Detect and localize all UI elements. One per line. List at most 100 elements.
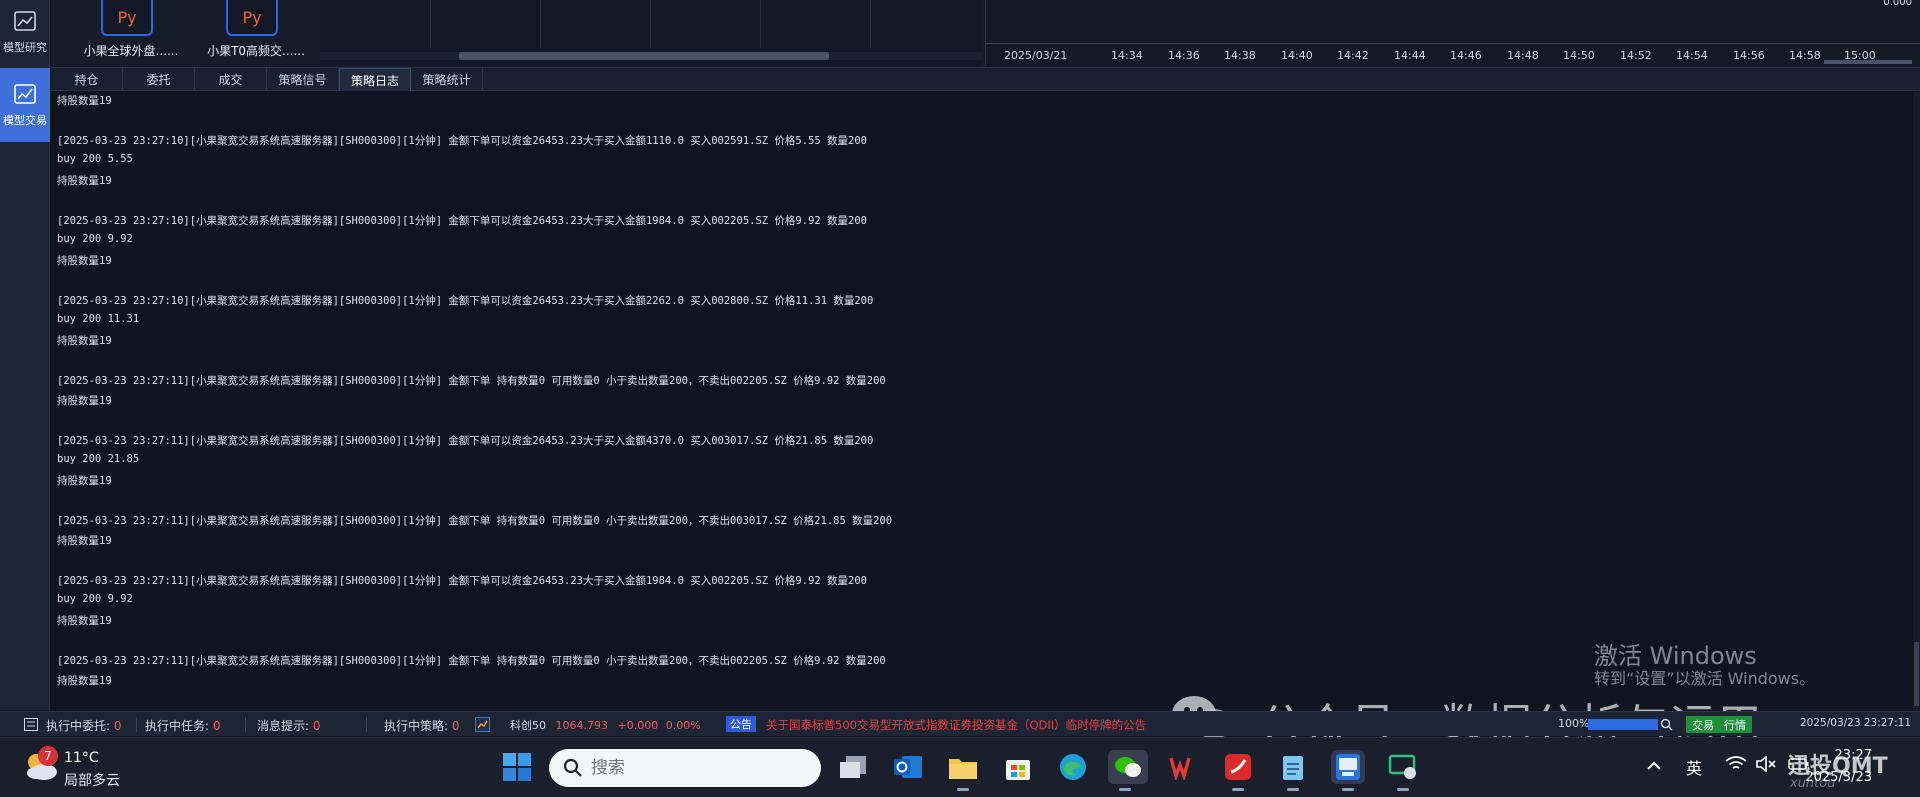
log-line: buy 200 9.92 xyxy=(57,233,133,245)
taskbar-time[interactable]: 23:27 xyxy=(1835,748,1872,763)
wifi-icon[interactable] xyxy=(1725,756,1747,776)
strategy-card[interactable]: Py 小果全球外盘...... xyxy=(61,0,201,62)
strategy-label: 执行中策略: xyxy=(384,719,449,733)
ime-indicator[interactable]: 英 xyxy=(1686,755,1702,779)
horizontal-scrollbar-thumb[interactable] xyxy=(459,52,829,60)
taskbar-search[interactable] xyxy=(549,749,821,787)
tab-strategy-stats[interactable]: 策略统计 xyxy=(411,68,483,91)
strategy-card[interactable]: Py 小果T0高频交...... xyxy=(186,0,326,62)
grid-line xyxy=(430,0,431,48)
quote-connection-pill[interactable]: 行情 xyxy=(1718,716,1752,733)
log-line: 持股数量19 xyxy=(57,615,112,627)
time-tick: 14:40 xyxy=(1281,49,1313,62)
log-line: 持股数量19 xyxy=(57,395,112,407)
announcement-text[interactable]: 关于国泰标普500交易型开放式指数证券投资基金（QDII）临时停牌的公告 xyxy=(766,717,1146,733)
tab-trades[interactable]: 成交 xyxy=(195,68,267,91)
log-line: buy 200 9.92 xyxy=(57,593,133,605)
task-status[interactable]: 执行中任务: 0 xyxy=(145,717,221,734)
announcement-badge: 公告 xyxy=(726,716,756,732)
time-tick: 14:56 xyxy=(1733,49,1765,62)
time-tick: 14:46 xyxy=(1450,49,1482,62)
nav-model-research[interactable]: 模型研究 xyxy=(0,0,50,64)
wps-office-icon[interactable] xyxy=(1166,750,1200,784)
tab-positions[interactable]: 持仓 xyxy=(51,68,123,91)
log-line: buy 200 5.55 xyxy=(57,153,133,165)
date-label: 2025/03/21 xyxy=(1004,49,1068,62)
grid-line xyxy=(650,0,651,48)
message-status[interactable]: 消息提示: 0 xyxy=(257,717,321,734)
strategy-count: 0 xyxy=(451,719,460,733)
wechat-icon[interactable] xyxy=(1108,750,1148,791)
search-input[interactable] xyxy=(591,758,791,778)
log-line: [2025-03-23 23:27:11][小果聚宽交易系统高速服务器][SH0… xyxy=(57,655,886,667)
tab-strategy-signals[interactable]: 策略信号 xyxy=(267,68,339,91)
weather-badge: 7 xyxy=(38,746,58,766)
grid-panel xyxy=(320,0,982,66)
python-icon: Py xyxy=(101,0,153,36)
strategy-name: 小果全球外盘...... xyxy=(83,44,179,58)
volume-muted-icon[interactable] xyxy=(1755,755,1777,776)
chevron-up-icon[interactable] xyxy=(1646,756,1662,775)
trend-chart-icon xyxy=(14,83,36,104)
chart-doc-icon xyxy=(14,10,36,31)
time-tick: 14:58 xyxy=(1789,49,1821,62)
index-ticker[interactable]: 科创50 1064.793 +0.000 0.00% xyxy=(510,717,701,733)
file-explorer-icon[interactable] xyxy=(946,750,980,791)
trade-connection-pill[interactable]: 交易 xyxy=(1686,716,1720,733)
log-line: 持股数量19 xyxy=(57,475,112,487)
log-line: 持股数量19 xyxy=(57,255,112,267)
weather-condition[interactable]: 局部多云 xyxy=(64,770,120,790)
qmt-app-icon[interactable] xyxy=(1331,750,1365,791)
securities-app-icon[interactable] xyxy=(1221,750,1255,791)
entrust-label: 执行中委托: xyxy=(46,719,111,733)
task-label: 执行中任务: xyxy=(145,719,210,733)
price-chart: 0.000 2025/03/21 14:34 14:36 14:38 14:40… xyxy=(985,0,1920,66)
index-value: 1064.793 xyxy=(555,719,609,732)
entrust-count: 0 xyxy=(113,719,122,733)
time-tick: 14:44 xyxy=(1394,49,1426,62)
log-line: [2025-03-23 23:27:11][小果聚宽交易系统高速服务器][SH0… xyxy=(57,515,893,527)
log-line: [2025-03-23 23:27:11][小果聚宽交易系统高速服务器][SH0… xyxy=(57,375,886,387)
log-scrollbar-thumb[interactable] xyxy=(1914,642,1919,706)
weather-temperature[interactable]: 11°C xyxy=(64,750,99,766)
search-icon[interactable] xyxy=(1660,718,1673,731)
divider xyxy=(245,717,246,732)
task-view-icon[interactable] xyxy=(836,750,870,784)
windows-start-icon[interactable] xyxy=(500,750,534,784)
log-line: buy 200 11.31 xyxy=(57,313,140,325)
notepad-icon[interactable] xyxy=(1276,750,1310,791)
panel-icon[interactable] xyxy=(24,718,38,731)
taskbar-date[interactable]: 2025/3/23 xyxy=(1805,770,1872,785)
search-icon xyxy=(563,758,582,777)
nav-label: 模型交易 xyxy=(3,113,47,127)
log-line: [2025-03-23 23:27:10][小果聚宽交易系统高速服务器][SH0… xyxy=(57,135,868,147)
strategy-status[interactable]: 执行中策略: 0 xyxy=(384,717,460,734)
chart-scrollbar[interactable] xyxy=(1824,60,1912,64)
edge-browser-icon[interactable] xyxy=(1056,750,1090,784)
time-tick: 14:48 xyxy=(1507,49,1539,62)
log-line: [2025-03-23 23:27:11][小果聚宽交易系统高速服务器][SH0… xyxy=(57,575,868,587)
time-tick: 14:50 xyxy=(1563,49,1595,62)
activate-windows-hint: 转到“设置”以激活 Windows。 xyxy=(1594,669,1816,688)
progress-label: 100% xyxy=(1558,717,1590,730)
tab-orders[interactable]: 委托 xyxy=(123,68,195,91)
progress-fill xyxy=(1588,719,1658,730)
entrust-status[interactable]: 执行中委托: 0 xyxy=(46,717,122,734)
time-tick: 14:42 xyxy=(1337,49,1369,62)
log-scrollbar[interactable] xyxy=(1913,92,1920,710)
strategy-log[interactable]: 持股数量19 [2025-03-23 23:27:10][小果聚宽交易系统高速服… xyxy=(51,92,1913,710)
message-label: 消息提示: xyxy=(257,719,310,733)
tab-strategy-log[interactable]: 策略日志 xyxy=(339,68,411,91)
time-axis-line xyxy=(986,43,1920,44)
task-count: 0 xyxy=(212,719,221,733)
strategy-chart-icon[interactable] xyxy=(475,717,490,732)
divider xyxy=(136,717,137,732)
divider xyxy=(366,717,367,732)
outlook-icon[interactable] xyxy=(891,750,925,784)
microsoft-store-icon[interactable] xyxy=(1001,750,1035,784)
nav-model-trade[interactable]: 模型交易 xyxy=(0,68,50,142)
nav-label: 模型研究 xyxy=(3,40,47,54)
log-line: 持股数量19 xyxy=(57,335,112,347)
remote-desktop-icon[interactable] xyxy=(1386,750,1420,791)
tab-bar: 持仓 委托 成交 策略信号 策略日志 策略统计 xyxy=(51,67,1920,91)
